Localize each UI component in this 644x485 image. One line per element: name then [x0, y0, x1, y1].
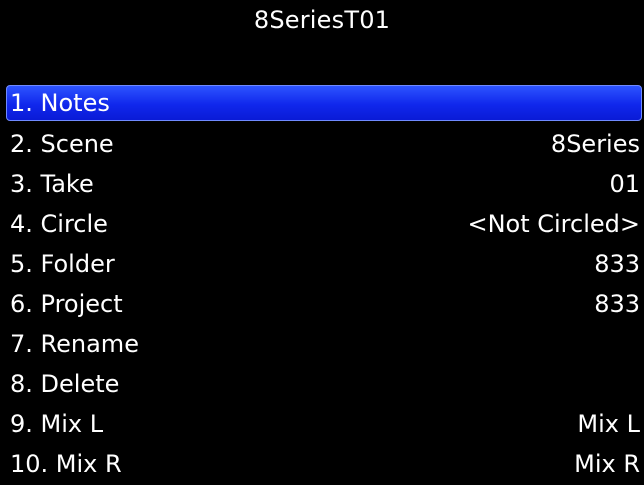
menu-item-scene[interactable]: 2. Scene 8Series: [0, 125, 644, 165]
menu-item-folder[interactable]: 5. Folder 833: [0, 245, 644, 285]
menu-item-value: Mix L: [577, 410, 640, 438]
menu-item-label: 7. Rename: [10, 330, 139, 358]
menu-item-value: Mix R: [574, 450, 640, 478]
menu-item-value: 01: [609, 170, 640, 198]
menu-item-label: 9. Mix L: [10, 410, 104, 438]
screen-title: 8SeriesT01: [253, 6, 391, 34]
menu-item-mix-r[interactable]: 10. Mix R Mix R: [0, 445, 644, 485]
menu-item-circle[interactable]: 4. Circle <Not Circled>: [0, 205, 644, 245]
menu-item-label: 8. Delete: [10, 370, 120, 398]
menu-item-notes[interactable]: 1. Notes: [6, 85, 642, 121]
menu-item-label: 5. Folder: [10, 250, 115, 278]
menu-item-delete[interactable]: 8. Delete: [0, 365, 644, 405]
menu-item-mix-l[interactable]: 9. Mix L Mix L: [0, 405, 644, 445]
menu-item-label: 1. Notes: [10, 89, 110, 117]
menu-item-rename[interactable]: 7. Rename: [0, 325, 644, 365]
menu-item-value: 833: [594, 250, 640, 278]
menu-item-value: 8Series: [550, 130, 640, 158]
menu-item-value: 833: [594, 290, 640, 318]
menu-item-label: 4. Circle: [10, 210, 108, 238]
menu-item-project[interactable]: 6. Project 833: [0, 285, 644, 325]
menu-item-value: <Not Circled>: [467, 210, 640, 238]
menu-item-label: 6. Project: [10, 290, 123, 318]
menu-item-take[interactable]: 3. Take 01: [0, 165, 644, 205]
menu-item-label: 2. Scene: [10, 130, 114, 158]
menu-item-label: 10. Mix R: [10, 450, 122, 478]
file-options-menu: 1. Notes 2. Scene 8Series 3. Take 01 4. …: [0, 85, 644, 485]
menu-item-label: 3. Take: [10, 170, 94, 198]
